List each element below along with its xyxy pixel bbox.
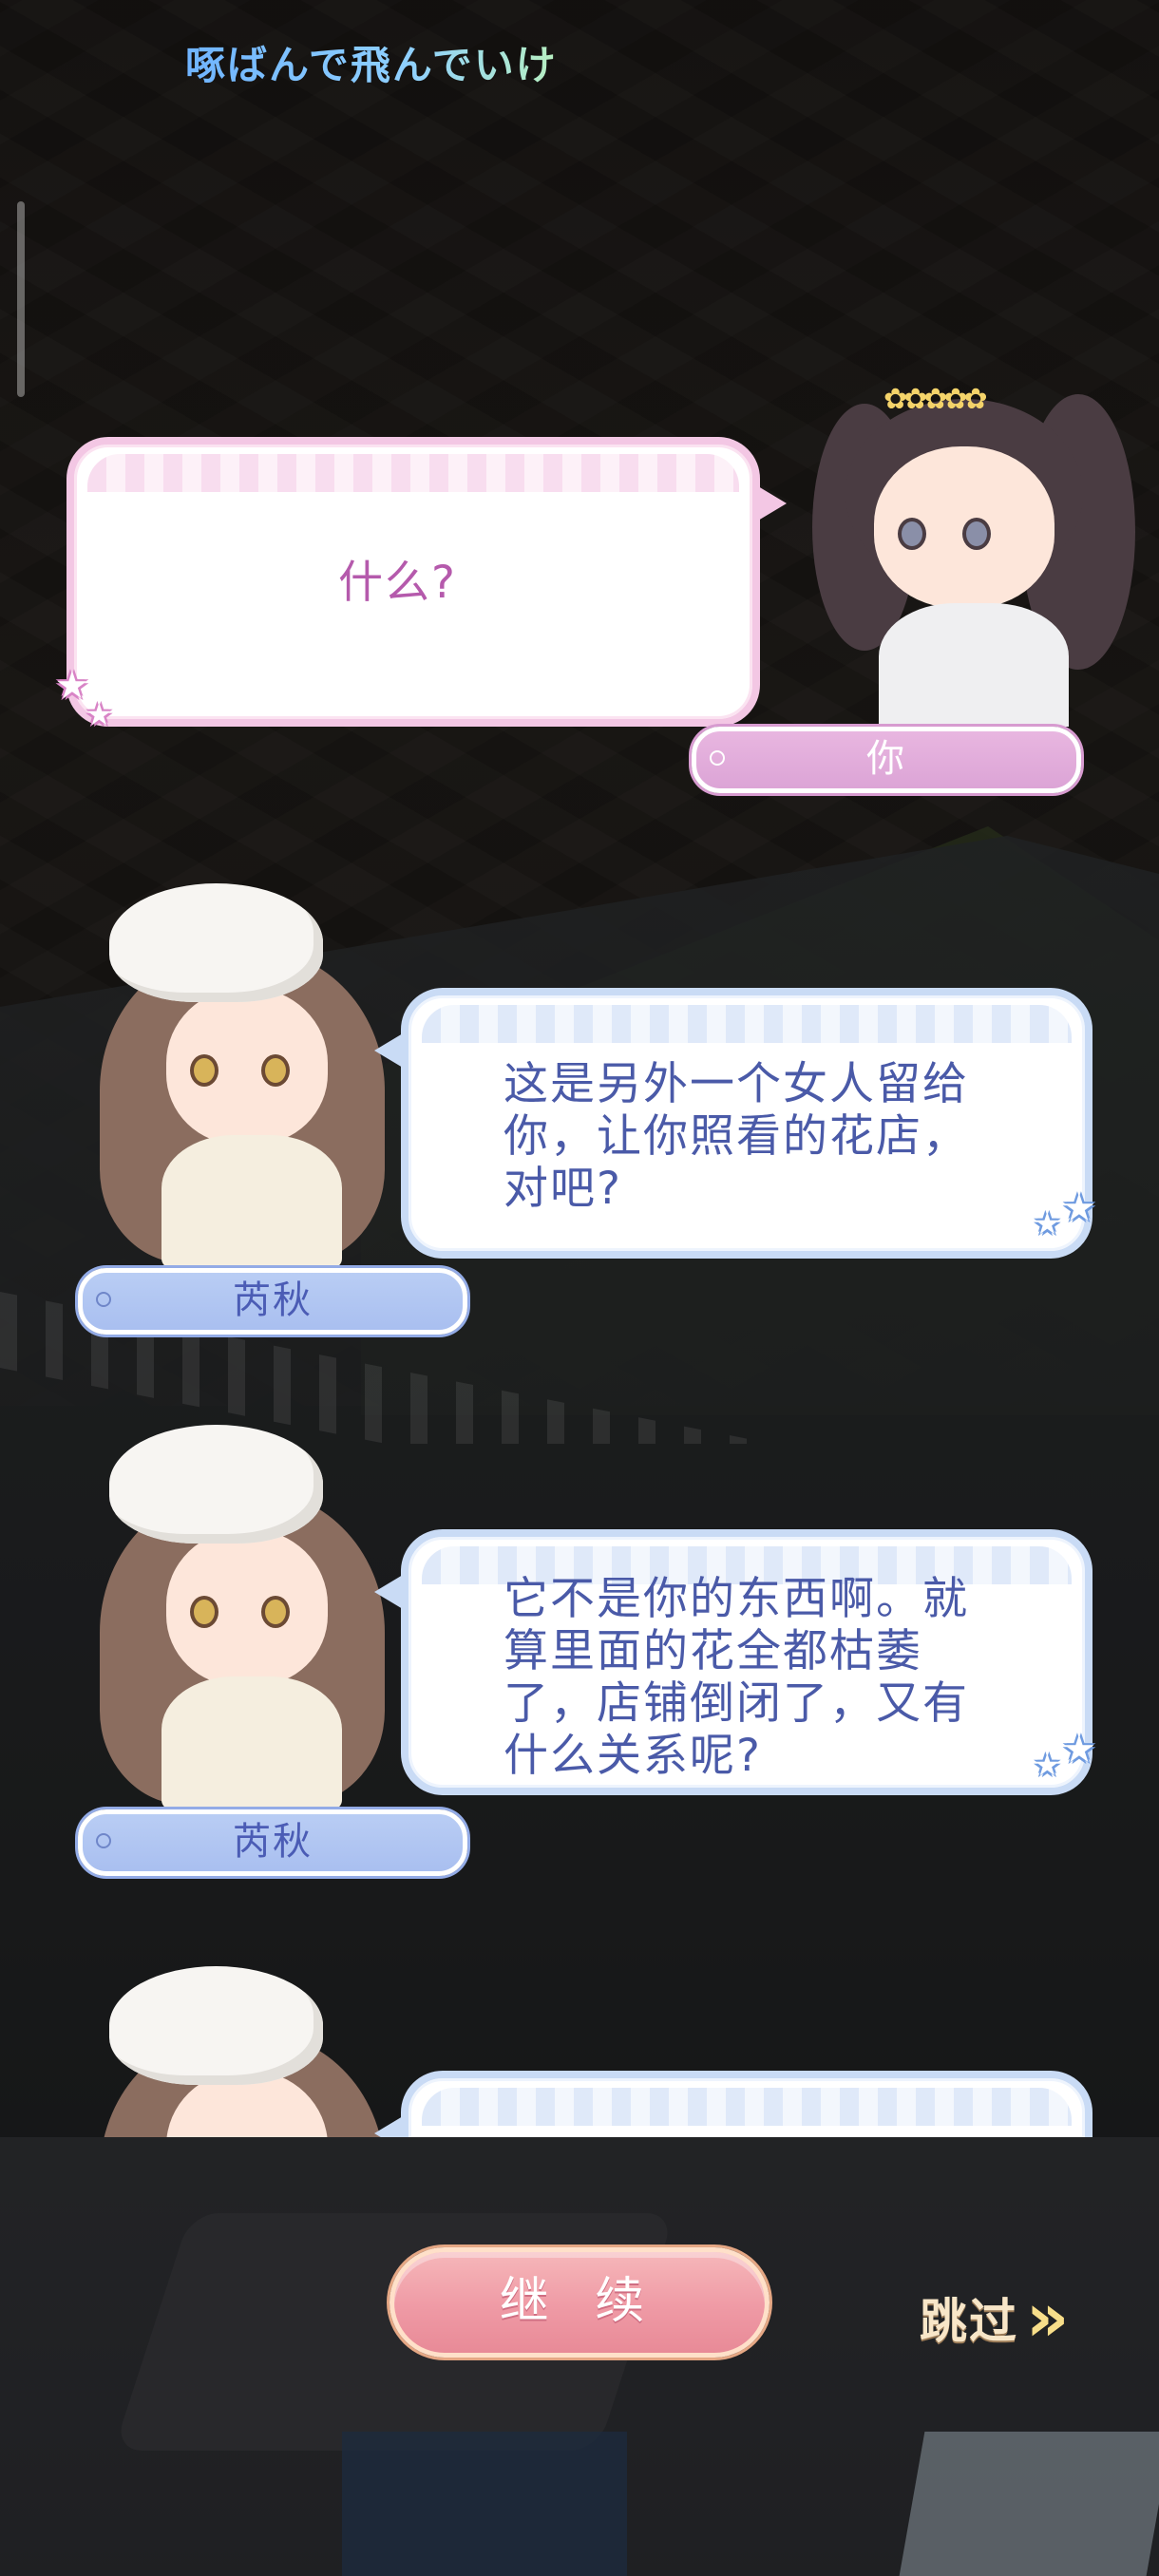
dialogue-line: 这是另外一个女人留给 [504,1058,969,1110]
skip-button[interactable]: 跳过 » [920,2279,1069,2357]
nametag-dot [710,750,725,766]
bubble-pattern [422,1005,1072,1043]
dialogue-line: 它不是你的东西啊。就 [504,1573,969,1625]
avatar-eye [190,1054,218,1087]
bubble-pattern [87,454,739,492]
dialogue-line: 算里面的花全都枯萎 [504,1625,922,1677]
avatar-hat [109,1425,323,1544]
star-icon: ★ [86,696,113,732]
avatar-eye [261,1054,290,1087]
flower-crown-icon: ✿✿✿✿✿ [884,383,988,416]
continue-button[interactable]: 继 续 [390,2247,770,2358]
bubble-tail [758,486,787,521]
speaker-name: 芮秋 [233,1279,313,1322]
star-icon: ★ [1034,1205,1061,1241]
background-cabinet [342,2432,627,2576]
avatar-npc [90,1957,404,2137]
star-icon: ★ [1034,1747,1061,1783]
avatar-eye [261,1596,290,1628]
dialogue-text: 这是另外一个女人留给 你，让你照看的花店， 对吧? [504,1058,969,1215]
background-poster [899,2432,1159,2576]
bubble-tail [374,2116,403,2137]
dialogue-text: 什么? [338,557,457,609]
speaker-name: 你 [866,737,906,781]
dialogue-line: 什么关系呢? [504,1730,762,1782]
dialogue-bubble-npc: 这是另外一个女人留给 你，让你照看的花店， 对吧? [401,988,1092,1259]
star-icon: ★ [55,664,89,708]
bubble-tail [374,1033,403,1068]
nametag-dot [96,1292,111,1307]
avatar-npc [90,1415,404,1809]
speaker-nametag-player: 你 [692,727,1081,793]
dialogue-log[interactable]: 什么? ★ ★ ✿✿✿✿✿ 你 这是另外一个女人留给 你，让你照看的花店， 对吧… [0,0,1159,2137]
star-icon: ★ [1062,1186,1096,1230]
dialogue-bubble-player: 什么? [66,437,760,727]
dialogue-line: 你，让你照看的花店， [504,1110,969,1163]
double-chevron-right-icon: » [1026,2279,1069,2357]
dialogue-line: 对吧? [504,1163,622,1215]
nametag-dot [96,1833,111,1848]
avatar-dress [879,603,1069,727]
speaker-nametag-npc: 芮秋 [78,1809,467,1876]
avatar-eye [898,518,926,550]
avatar-eye [962,518,991,550]
avatar-hat [109,883,323,1002]
avatar-dress [162,1135,342,1268]
avatar-dress [162,1676,342,1809]
avatar-hat [109,1966,323,2085]
bubble-tail [374,1575,403,1609]
star-icon: ★ [1062,1728,1096,1771]
dialogue-text: 它不是你的东西啊。就 算里面的花全都枯萎 了，店铺倒闭了，又有 什么关系呢? [504,1573,969,1782]
skip-label: 跳过 [920,2294,1018,2349]
avatar-npc [90,874,404,1268]
bubble-pattern [422,2088,1072,2126]
dialogue-bubble-npc [401,2071,1092,2137]
avatar-player: ✿✿✿✿✿ [793,375,1145,727]
dialogue-line: 了，店铺倒闭了，又有 [504,1677,969,1730]
speaker-nametag-npc: 芮秋 [78,1268,467,1335]
speaker-name: 芮秋 [233,1820,313,1864]
avatar-eye [190,1596,218,1628]
dialogue-bubble-npc: 它不是你的东西啊。就 算里面的花全都枯萎 了，店铺倒闭了，又有 什么关系呢? [401,1529,1092,1795]
